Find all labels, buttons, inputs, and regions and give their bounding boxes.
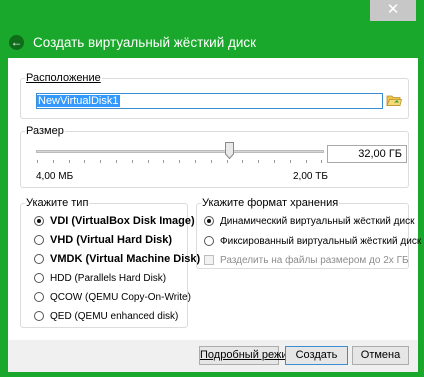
slider-tick bbox=[52, 160, 54, 163]
size-min-label: 4,00 МБ bbox=[36, 171, 74, 182]
slider-tick bbox=[37, 160, 38, 163]
slider-tick bbox=[116, 160, 117, 163]
disk-type-label: QED (QEMU enhanced disk) bbox=[50, 310, 179, 322]
location-value: NewVirtualDisk1 bbox=[37, 95, 120, 107]
disk-type-qed[interactable]: QED (QEMU enhanced disk) bbox=[34, 308, 178, 324]
slider-tick bbox=[68, 160, 70, 163]
radio-button[interactable] bbox=[34, 235, 44, 245]
disk-type-hdd[interactable]: HDD (Parallels Hard Disk) bbox=[34, 270, 166, 286]
slider-tick bbox=[258, 160, 260, 163]
slider-tick bbox=[84, 160, 86, 163]
size-legend: Размер bbox=[26, 125, 64, 137]
disk-type-qcow[interactable]: QCOW (QEMU Copy-On-Write) bbox=[34, 289, 191, 305]
split-files-checkbox-row[interactable]: Разделить на файлы размером до 2х ГБ bbox=[204, 252, 409, 268]
location-input[interactable]: NewVirtualDisk1 bbox=[36, 93, 383, 109]
slider-tick bbox=[163, 160, 165, 163]
radio-button[interactable] bbox=[204, 216, 214, 226]
format-fixed[interactable]: Фиксированный виртуальный жёсткий диск bbox=[204, 233, 421, 249]
size-max-label: 2,00 ТБ bbox=[293, 171, 328, 182]
slider-tick bbox=[305, 160, 307, 163]
disk-type-label: VMDK (Virtual Machine Disk) bbox=[50, 253, 201, 265]
close-icon: ✕ bbox=[386, 1, 400, 18]
slider-tick bbox=[242, 160, 244, 163]
close-button[interactable]: ✕ bbox=[370, 0, 416, 21]
format-label: Динамический виртуальный жёсткий диск bbox=[220, 215, 415, 227]
back-arrow-icon: ← bbox=[10, 35, 23, 49]
slider-tick bbox=[274, 160, 275, 163]
disk-type-label: QCOW (QEMU Copy-On-Write) bbox=[50, 291, 191, 303]
split-files-checkbox[interactable] bbox=[204, 255, 214, 265]
split-files-label: Разделить на файлы размером до 2х ГБ bbox=[220, 254, 409, 266]
disk-type-label: HDD (Parallels Hard Disk) bbox=[50, 272, 167, 284]
create-button[interactable]: Создать bbox=[285, 346, 348, 365]
disk-type-legend: Укажите тип bbox=[26, 197, 89, 209]
slider-tick bbox=[100, 160, 102, 163]
disk-type-label: VDI (VirtualBox Disk Image) bbox=[50, 215, 195, 227]
expert-mode-button[interactable]: Подробный режим bbox=[199, 346, 295, 365]
radio-button[interactable] bbox=[204, 236, 214, 246]
disk-type-vdi[interactable]: VDI (VirtualBox Disk Image) bbox=[34, 213, 195, 229]
location-legend-text: Расположение bbox=[26, 72, 101, 84]
slider-tick bbox=[131, 160, 133, 163]
folder-icon[interactable] bbox=[386, 93, 403, 107]
format-label: Фиксированный виртуальный жёсткий диск bbox=[220, 235, 422, 247]
back-button[interactable]: ← bbox=[9, 35, 24, 50]
slider-tick bbox=[289, 160, 291, 163]
disk-type-vmdk[interactable]: VMDK (Virtual Machine Disk) bbox=[34, 251, 200, 267]
expert-mode-label: Подробный режим bbox=[200, 349, 296, 361]
slider-tick bbox=[195, 160, 196, 163]
radio-button[interactable] bbox=[34, 216, 44, 226]
radio-button[interactable] bbox=[34, 311, 44, 321]
dialog-title: Создать виртуальный жёсткий диск bbox=[33, 35, 257, 50]
radio-button[interactable] bbox=[34, 273, 44, 283]
storage-format-legend: Укажите формат хранения bbox=[202, 197, 339, 209]
format-dynamic[interactable]: Динамический виртуальный жёсткий диск bbox=[204, 213, 414, 229]
location-legend: Расположение bbox=[25, 72, 102, 84]
disk-type-label: VHD (Virtual Hard Disk) bbox=[50, 234, 173, 246]
size-slider-track[interactable] bbox=[36, 150, 324, 153]
slider-tick bbox=[226, 160, 228, 163]
size-value-field[interactable]: 32,00 ГБ bbox=[327, 145, 407, 163]
radio-button[interactable] bbox=[34, 292, 44, 302]
disk-type-vhd[interactable]: VHD (Virtual Hard Disk) bbox=[34, 232, 172, 248]
radio-button[interactable] bbox=[34, 254, 44, 264]
slider-tick bbox=[147, 160, 149, 163]
slider-tick bbox=[321, 160, 323, 163]
cancel-button[interactable]: Отмена bbox=[352, 346, 409, 365]
slider-tick bbox=[179, 160, 181, 163]
size-slider-thumb[interactable] bbox=[224, 142, 234, 160]
slider-tick bbox=[210, 160, 212, 163]
